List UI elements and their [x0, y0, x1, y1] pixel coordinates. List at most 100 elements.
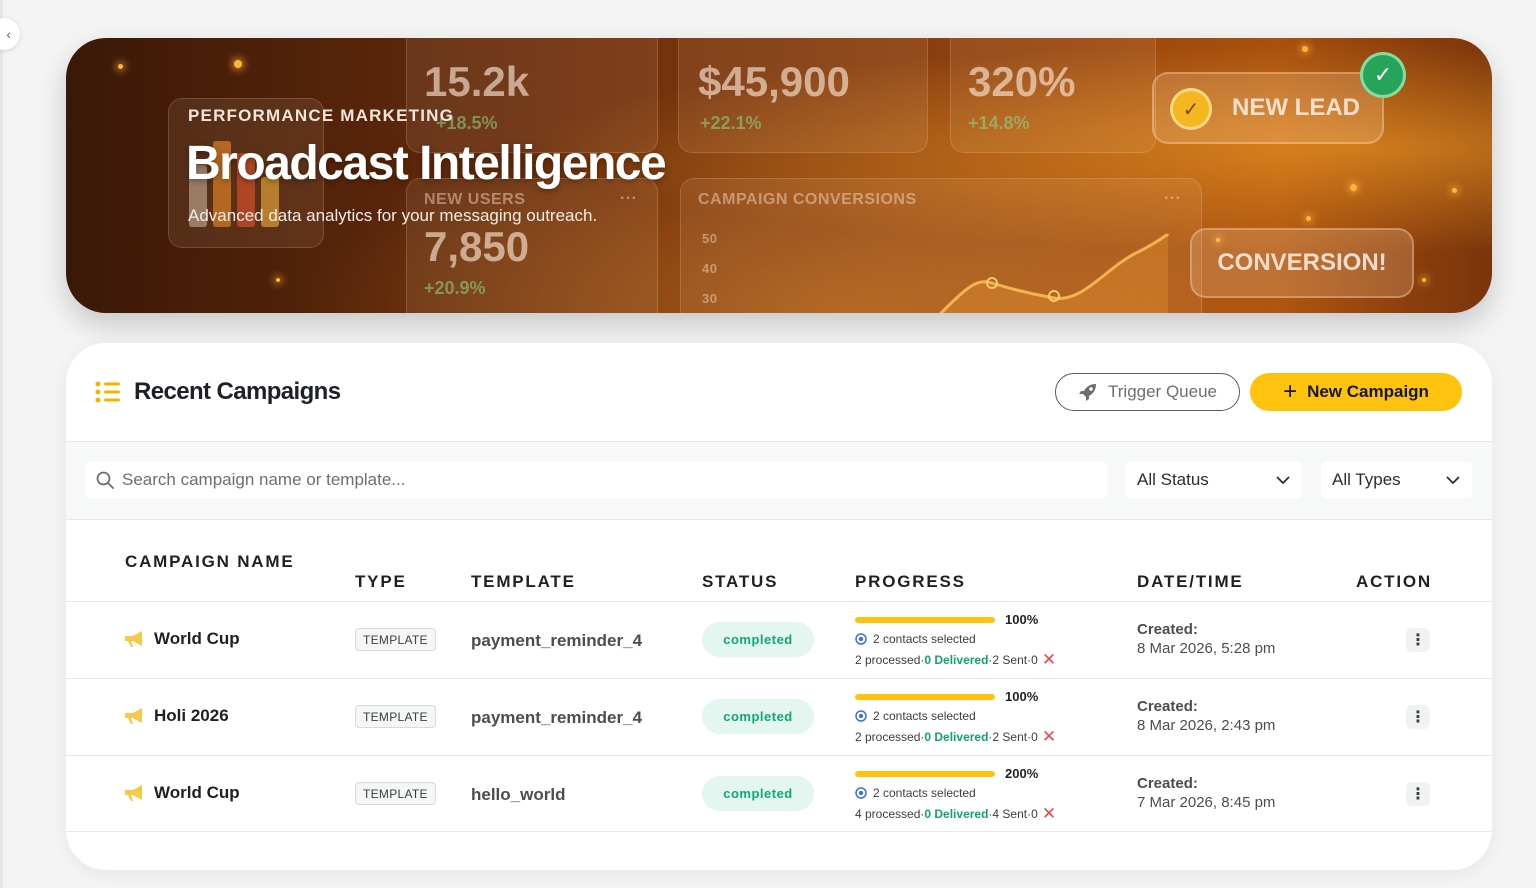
glow-dot: [1302, 46, 1308, 52]
chevron-left-icon: ‹: [6, 26, 11, 42]
megaphone-icon: [125, 631, 142, 647]
kebab-menu-icon: ⋮: [1410, 709, 1426, 726]
type-badge: TEMPLATE: [355, 705, 436, 728]
progress-bar: [855, 694, 995, 700]
contacts-selected-label: 2 contacts selected: [873, 632, 976, 646]
kebab-menu-icon: ⋮: [1410, 786, 1426, 803]
template-name: payment_reminder_4: [471, 708, 643, 727]
failed-x-icon: ✕: [1041, 804, 1057, 823]
campaign-name: World Cup: [154, 629, 240, 648]
campaign-name-cell: World Cup: [124, 783, 240, 803]
datetime-cell: Created: 8 Mar 2026, 5:28 pm: [1137, 621, 1275, 657]
glow-dot: [276, 278, 280, 282]
processed-count: 4 processed: [855, 807, 921, 821]
trigger-queue-label: Trigger Queue: [1108, 382, 1217, 401]
column-header-datetime: DATE/TIME: [1137, 572, 1244, 591]
card-header: Recent Campaigns Trigger Queue + New Cam…: [66, 343, 1492, 442]
created-datetime: 8 Mar 2026, 2:43 pm: [1137, 717, 1276, 734]
table-row[interactable]: Holi 2026 TEMPLATE payment_reminder_4 co…: [66, 678, 1492, 755]
bg-stat-value: 15.2k: [424, 58, 530, 105]
target-icon: [855, 787, 867, 799]
status-badge: completed: [702, 699, 814, 734]
filter-bar: All Status All Types: [66, 442, 1492, 520]
hero-kicker: PERFORMANCE MARKETING: [188, 106, 455, 125]
created-label: Created:: [1137, 621, 1198, 638]
list-icon: [95, 381, 120, 403]
created-datetime: 7 Mar 2026, 8:45 pm: [1137, 794, 1276, 811]
sent-count: 4 Sent: [992, 807, 1028, 821]
processing-summary: 2 processed · 0 Delivered · 2 Sent · 0 ✕: [855, 727, 1057, 746]
datetime-cell: Created: 8 Mar 2026, 2:43 pm: [1137, 698, 1275, 734]
megaphone-icon: [125, 708, 142, 724]
chevron-down-icon: [1276, 475, 1290, 484]
card-title: Recent Campaigns: [134, 378, 341, 405]
sent-count: 2 Sent: [992, 653, 1028, 667]
status-filter-value: All Status: [1137, 470, 1209, 489]
row-actions-button[interactable]: ⋮: [1406, 705, 1430, 729]
row-actions-button[interactable]: ⋮: [1406, 782, 1430, 806]
processed-count: 2 processed: [855, 653, 921, 667]
campaign-name: World Cup: [154, 783, 240, 802]
progress-percent: 200%: [1005, 766, 1039, 781]
sidebar-collapse-button[interactable]: ‹: [0, 18, 20, 50]
row-actions-button[interactable]: ⋮: [1406, 628, 1430, 652]
bg-axis-tick: 50: [702, 231, 718, 246]
bg-axis-tick: 30: [702, 291, 718, 306]
created-label: Created:: [1137, 698, 1198, 715]
target-icon: [855, 633, 867, 645]
status-badge: completed: [702, 622, 814, 657]
table-row[interactable]: World Cup TEMPLATE payment_reminder_4 co…: [66, 601, 1492, 678]
delivered-count: 0 Delivered: [924, 807, 989, 821]
glow-dot: [1452, 188, 1457, 193]
column-header-name: CAMPAIGN NAME: [125, 552, 295, 571]
search-input[interactable]: [122, 470, 1022, 490]
bg-ellipsis: ···: [1164, 190, 1182, 207]
type-filter-value: All Types: [1332, 470, 1401, 489]
processing-summary: 4 processed · 0 Delivered · 4 Sent · 0 ✕: [855, 804, 1057, 823]
type-filter-select[interactable]: All Types: [1321, 462, 1472, 498]
table-row[interactable]: World Cup TEMPLATE hello_world completed…: [66, 755, 1492, 832]
bg-stat-value: $45,900: [698, 58, 850, 105]
recent-campaigns-card: Recent Campaigns Trigger Queue + New Cam…: [66, 343, 1492, 870]
plus-icon: +: [1283, 378, 1298, 405]
hero-banner: 15.2k +18.5% $45,900 +22.1% 320% +14.8% …: [66, 38, 1492, 313]
chevron-down-icon: [1446, 475, 1460, 484]
contacts-selected-label: 2 contacts selected: [873, 786, 976, 800]
bg-ellipsis: ···: [620, 190, 638, 207]
glow-dot: [1306, 216, 1311, 221]
progress-percent: 100%: [1005, 612, 1039, 627]
trigger-queue-button[interactable]: Trigger Queue: [1055, 373, 1240, 411]
rocket-icon: [1079, 384, 1096, 401]
progress-percent: 100%: [1005, 689, 1039, 704]
bg-stat-value: 7,850: [424, 223, 530, 270]
column-header-action: ACTION: [1356, 572, 1432, 591]
campaign-name: Holi 2026: [154, 706, 229, 725]
check-icon: ✓: [1170, 88, 1212, 130]
failed-x-icon: ✕: [1041, 727, 1057, 746]
created-label: Created:: [1137, 775, 1198, 792]
type-badge: TEMPLATE: [355, 628, 436, 651]
campaign-name-cell: Holi 2026: [124, 706, 229, 726]
search-icon: [96, 471, 114, 489]
new-campaign-button[interactable]: + New Campaign: [1250, 373, 1462, 411]
progress-bar: [855, 617, 995, 623]
delivered-count: 0 Delivered: [924, 730, 989, 744]
status-badge: completed: [702, 776, 814, 811]
column-header-status: STATUS: [702, 572, 779, 591]
column-header-progress: PROGRESS: [855, 572, 966, 591]
glow-dot: [1422, 278, 1426, 282]
processing-summary: 2 processed · 0 Delivered · 2 Sent · 0 ✕: [855, 651, 1056, 668]
failed-count: 0: [1031, 730, 1038, 744]
failed-count: 0: [1031, 653, 1038, 667]
search-box[interactable]: [86, 462, 1107, 498]
check-badge-icon: ✓: [1360, 52, 1406, 98]
processed-count: 2 processed: [855, 730, 921, 744]
sidebar-edge: [0, 0, 3, 888]
status-filter-select[interactable]: All Status: [1126, 462, 1302, 498]
glow-dot: [118, 64, 123, 69]
delivered-count: 0 Delivered: [924, 653, 989, 667]
template-name: payment_reminder_4: [471, 631, 643, 650]
contacts-selected: 2 contacts selected: [855, 786, 976, 800]
new-lead-label: NEW LEAD: [1232, 94, 1360, 121]
new-campaign-label: New Campaign: [1307, 382, 1429, 401]
